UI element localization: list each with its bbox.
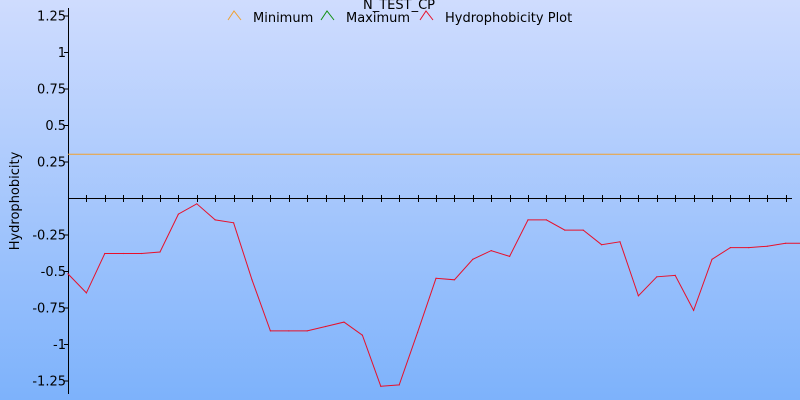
y-tick-label: -0.25 [32,229,66,244]
data-point-hydrophobicity-plot [509,255,511,257]
data-point-hydrophobicity-plot [711,258,713,260]
legend-label-maximum: Maximum [346,11,410,26]
data-point-hydrophobicity-plot [398,384,400,386]
hydrophobicity-chart: N_TEST_CP Minimum Maximum Hydrophobicity… [0,0,800,400]
data-point-hydrophobicity-plot [472,258,474,260]
data-point-hydrophobicity-plot [766,245,768,247]
data-point-hydrophobicity-plot [306,330,308,332]
y-tick-label: 0.75 [37,83,66,98]
data-point-hydrophobicity-plot [67,273,69,275]
data-point-hydrophobicity-plot [104,252,106,255]
y-tick-label: 0.5 [45,119,66,134]
y-tick-label: -0.5 [41,265,66,280]
data-point-hydrophobicity-plot [343,321,345,323]
y-tick-label: 1 [58,46,66,61]
data-point-hydrophobicity-plot [729,247,732,249]
data-point-hydrophobicity-plot [656,276,658,278]
data-point-hydrophobicity-plot [361,334,363,336]
data-point-hydrophobicity-plot [141,252,143,255]
data-point-hydrophobicity-plot [490,250,492,252]
data-point-hydrophobicity-plot [619,241,621,243]
data-point-hydrophobicity-plot [693,309,695,311]
data-point-hydrophobicity-plot [674,274,676,276]
data-point-hydrophobicity-plot [748,247,750,249]
legend-label-minimum: Minimum [253,11,313,26]
data-point-hydrophobicity-plot [637,295,640,297]
data-point-hydrophobicity-plot [527,219,529,221]
data-point-hydrophobicity-plot [159,251,161,253]
y-tick-label: -1 [53,338,66,353]
y-tick-label: 1.25 [37,10,66,25]
data-point-hydrophobicity-plot [417,331,419,333]
data-point-hydrophobicity-plot [177,213,179,215]
data-point-hydrophobicity-plot [269,330,271,332]
data-point-hydrophobicity-plot [453,279,455,281]
data-point-hydrophobicity-plot [545,219,548,221]
y-tick-label: 0.25 [37,156,66,171]
y-axis-title: Hydrophobicity [8,151,23,250]
y-tick-label: -0.75 [32,302,66,317]
data-point-hydrophobicity-plot [435,277,437,279]
y-tick-label: -1.25 [32,375,66,390]
data-point-hydrophobicity-plot [196,203,198,205]
data-point-hydrophobicity-plot [785,242,787,244]
data-point-hydrophobicity-plot [233,222,235,224]
data-point-hydrophobicity-plot [564,229,566,231]
data-point-hydrophobicity-plot [582,229,584,231]
legend: Minimum Maximum Hydrophobicity Plot [227,10,572,26]
legend-label-hydrophobicity-plot: Hydrophobicity Plot [445,11,572,26]
data-point-hydrophobicity-plot [380,385,382,387]
data-point-hydrophobicity-plot [251,279,253,281]
data-point-hydrophobicity-plot [288,330,290,332]
data-point-hydrophobicity-plot [325,325,327,328]
data-point-hydrophobicity-plot [601,244,603,246]
data-point-hydrophobicity-plot [85,292,87,294]
data-point-hydrophobicity-plot [214,219,216,221]
data-point-hydrophobicity-plot [122,252,124,255]
